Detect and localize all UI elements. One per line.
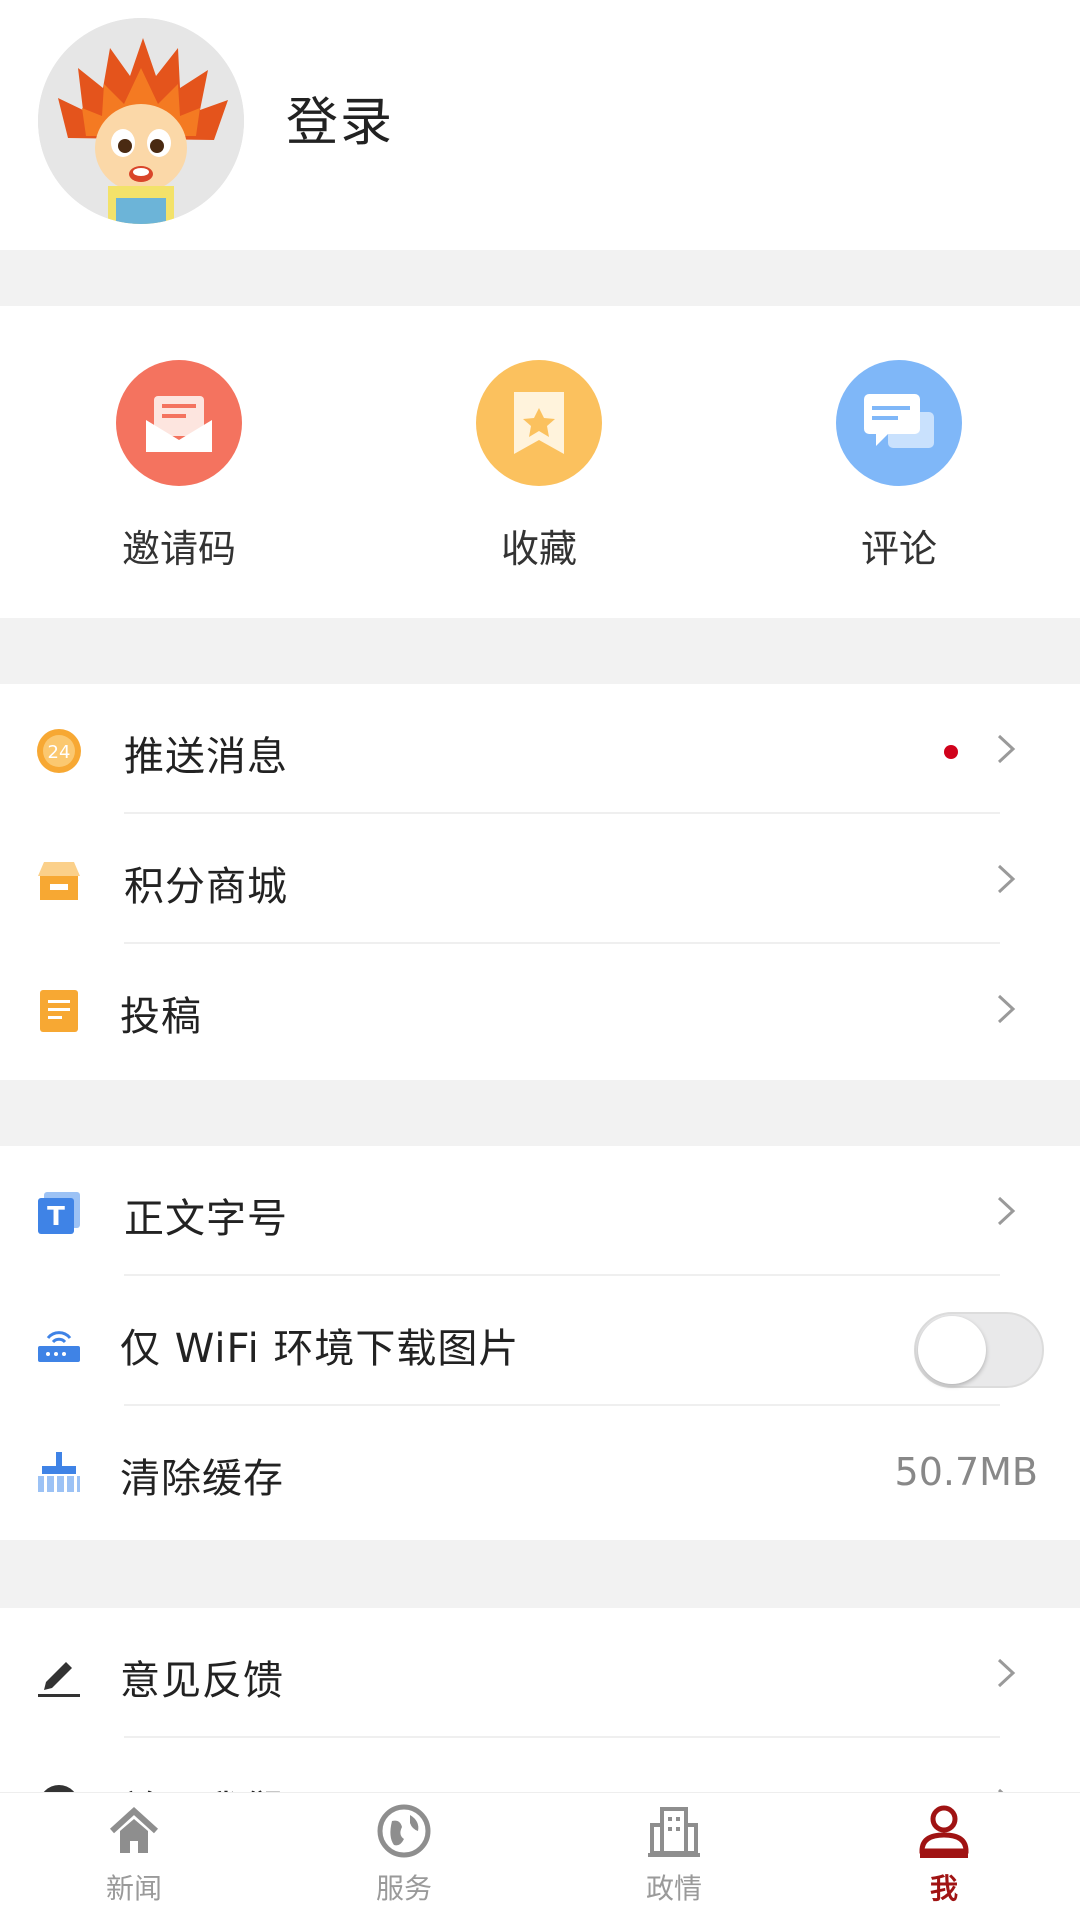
- push-messages-label: 推送消息: [124, 734, 288, 780]
- about-us-label: 关于我们: [120, 1778, 284, 1792]
- nav-tab-news[interactable]: 新闻: [34, 1801, 234, 1917]
- clear-cache-label: 清除缓存: [120, 1456, 284, 1502]
- globe-icon: [377, 1804, 431, 1858]
- settings-section-1: 24 推送消息 积分商城 投稿: [0, 684, 1080, 1080]
- font-size-label: 正文字号: [124, 1196, 288, 1242]
- push-messages-item[interactable]: 24 推送消息: [0, 684, 1080, 814]
- chevron-right-icon: [984, 1190, 1026, 1232]
- chevron-right-icon: [984, 1652, 1026, 1694]
- home-icon: [109, 1806, 159, 1853]
- wifi-only-images-label: 仅 WiFi 环境下载图片: [120, 1326, 520, 1372]
- about-us-item[interactable]: 关于我们: [0, 1738, 1080, 1792]
- wifi-only-images-item: 仅 WiFi 环境下载图片: [0, 1276, 1080, 1406]
- store-icon: [36, 858, 82, 904]
- feedback-item[interactable]: 意见反馈: [0, 1608, 1080, 1738]
- chevron-right-icon: [984, 728, 1026, 770]
- nav-tab-services[interactable]: 服务: [304, 1801, 504, 1917]
- push-24-icon: 24: [36, 728, 82, 774]
- mascot-avatar-icon[interactable]: [38, 18, 244, 224]
- bottom-nav: 新闻 服务 政情 我: [0, 1792, 1080, 1920]
- feedback-label: 意见反馈: [120, 1658, 284, 1704]
- quick-actions: 邀请码 收藏 评论: [0, 306, 1080, 618]
- section-gap: [0, 250, 1080, 306]
- pencil-icon: [36, 1652, 82, 1698]
- svg-text:24: 24: [48, 742, 71, 763]
- invite-code-label: 邀请码: [121, 527, 236, 571]
- favorites-button[interactable]: 收藏: [424, 360, 654, 580]
- router-icon: [36, 1320, 82, 1366]
- nav-label-news: 新闻: [105, 1872, 162, 1905]
- chevron-right-icon: [984, 1782, 1026, 1792]
- nav-tab-government[interactable]: 政情: [574, 1801, 774, 1917]
- info-icon: [36, 1782, 82, 1792]
- unread-badge: [944, 745, 958, 759]
- comments-button[interactable]: 评论: [784, 360, 1014, 580]
- section-gap: [0, 618, 1080, 684]
- section-gap: [0, 1080, 1080, 1146]
- envelope-icon: [116, 360, 242, 486]
- points-mall-label: 积分商城: [124, 864, 288, 910]
- nav-label-me: 我: [929, 1872, 958, 1905]
- nav-label-government: 政情: [645, 1872, 702, 1905]
- broom-icon: [36, 1450, 82, 1496]
- profile-page: 登录 邀请码 收藏 评论 24 推送消息 积分商城 投稿 T 正文字号 仅 Wi…: [0, 0, 1080, 1920]
- building-icon: [648, 1807, 700, 1857]
- comments-label: 评论: [860, 527, 937, 571]
- profile-header: 登录: [0, 0, 1080, 250]
- cache-size-value: 50.7MB: [894, 1450, 1038, 1494]
- font-size-icon: T: [36, 1190, 82, 1236]
- settings-section-3: 意见反馈 关于我们: [0, 1608, 1080, 1792]
- nav-label-services: 服务: [375, 1872, 432, 1905]
- chevron-right-icon: [984, 858, 1026, 900]
- clear-cache-item[interactable]: 清除缓存 50.7MB: [0, 1406, 1080, 1536]
- section-gap: [0, 1540, 1080, 1608]
- comment-icon: [836, 360, 962, 486]
- settings-section-2: T 正文字号 仅 WiFi 环境下载图片 清除缓存 50.7MB: [0, 1146, 1080, 1540]
- font-size-item[interactable]: T 正文字号: [0, 1146, 1080, 1276]
- user-icon: [919, 1805, 969, 1858]
- invite-code-button[interactable]: 邀请码: [64, 360, 294, 580]
- submit-article-label: 投稿: [120, 994, 202, 1040]
- svg-text:T: T: [47, 1202, 65, 1232]
- document-icon: [36, 988, 82, 1034]
- favorites-label: 收藏: [500, 527, 577, 571]
- points-mall-item[interactable]: 积分商城: [0, 814, 1080, 944]
- submit-article-item[interactable]: 投稿: [0, 944, 1080, 1074]
- chevron-right-icon: [984, 988, 1026, 1030]
- login-button[interactable]: 登录: [286, 80, 394, 155]
- bookmark-icon: [476, 360, 602, 486]
- wifi-only-toggle[interactable]: [914, 1312, 1044, 1388]
- toggle-knob: [918, 1316, 986, 1384]
- nav-tab-me[interactable]: 我: [844, 1801, 1044, 1917]
